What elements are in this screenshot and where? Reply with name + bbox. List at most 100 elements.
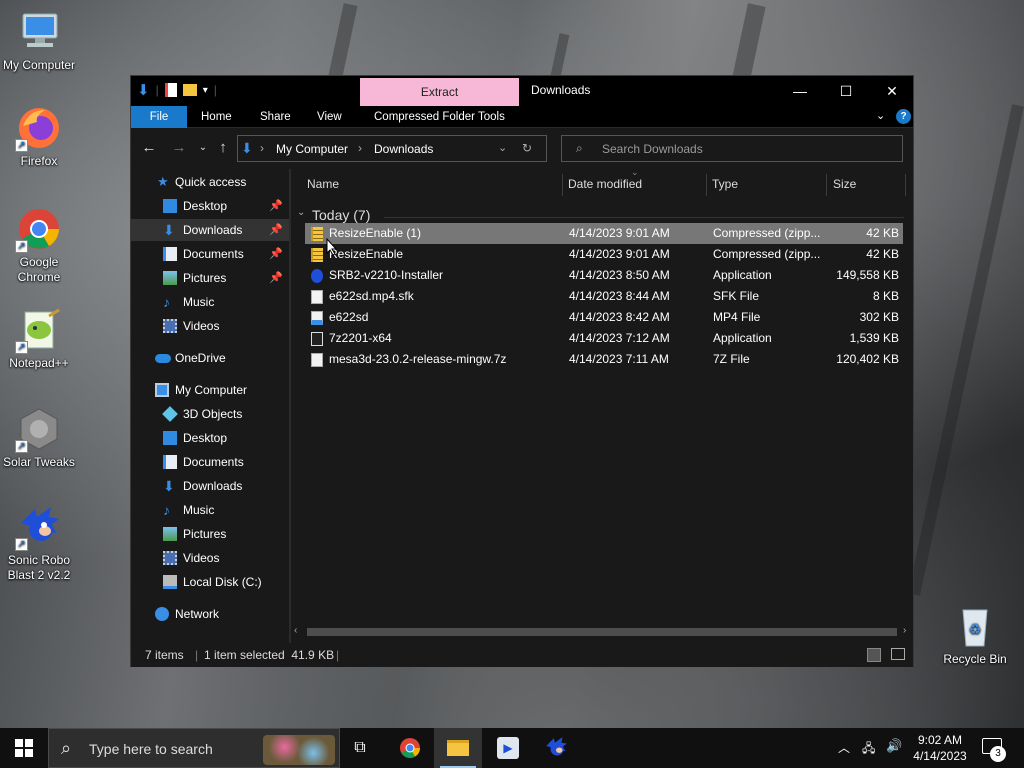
- nav-pc-downloads[interactable]: ⬇ Downloads: [131, 475, 289, 497]
- show-hidden-icons-button[interactable]: ︿: [838, 739, 850, 756]
- maximize-button[interactable]: ☐: [823, 76, 869, 106]
- nav-pc-documents[interactable]: Documents: [131, 451, 289, 473]
- properties-icon[interactable]: [164, 83, 177, 97]
- group-divider: [384, 217, 904, 218]
- column-header-type[interactable]: Type: [712, 169, 738, 199]
- horizontal-scrollbar[interactable]: ‹ ›: [291, 625, 913, 639]
- search-box[interactable]: ⌕ Search Downloads: [561, 135, 903, 162]
- details-view-icon[interactable]: [867, 648, 881, 662]
- recent-locations-button[interactable]: ⌄: [193, 138, 213, 158]
- file-row[interactable]: mesa3d-23.0.2-release-mingw.7z 4/14/2023 …: [305, 349, 903, 370]
- collapse-group-icon[interactable]: ⌄: [297, 207, 305, 218]
- pin-icon[interactable]: 📌: [269, 195, 283, 217]
- nav-quick-downloads[interactable]: ⬇ Downloads 📌: [131, 219, 289, 241]
- file-row[interactable]: ResizeEnable (1) 4/14/2023 9:01 AM Compres…: [305, 223, 903, 244]
- taskbar-search-box[interactable]: ⌕ Type here to search: [48, 728, 340, 768]
- pin-icon[interactable]: 📌: [269, 243, 283, 265]
- chevron-down-icon[interactable]: ⌄: [498, 141, 507, 154]
- scrollbar-thumb[interactable]: [307, 628, 897, 636]
- pictures-icon: [163, 271, 177, 285]
- nav-quick-documents[interactable]: Documents 📌: [131, 243, 289, 265]
- nav-pc-desktop[interactable]: Desktop: [131, 427, 289, 449]
- column-header-date[interactable]: Date modified: [568, 169, 642, 199]
- column-separator[interactable]: [706, 174, 707, 196]
- desktop-icon-solar-tweaks[interactable]: ↗ Solar Tweaks: [0, 405, 78, 470]
- column-separator[interactable]: [562, 174, 563, 196]
- breadcrumb-my-computer[interactable]: My Computer: [276, 142, 348, 156]
- desktop-icon-chrome[interactable]: ↗ Google Chrome: [0, 205, 78, 285]
- close-button[interactable]: ✕: [869, 76, 915, 106]
- nav-quick-videos[interactable]: Videos: [131, 315, 289, 337]
- new-folder-icon[interactable]: [182, 84, 197, 96]
- network-tray-icon[interactable]: 🖧: [862, 739, 875, 760]
- column-header-name[interactable]: Name: [307, 169, 339, 199]
- nav-onedrive[interactable]: OneDrive: [131, 347, 289, 369]
- back-button[interactable]: ←: [139, 138, 159, 158]
- column-separator[interactable]: [905, 174, 906, 196]
- file-row[interactable]: ResizeEnable 4/14/2023 9:01 AM Compressed …: [305, 244, 903, 265]
- desktop-icon-notepadpp[interactable]: ↗ Notepad++: [0, 306, 78, 371]
- firefox-icon: ↗: [15, 104, 63, 152]
- context-tab-extract[interactable]: Extract: [360, 78, 519, 106]
- breadcrumb-downloads[interactable]: Downloads: [374, 142, 433, 156]
- tab-home[interactable]: Home: [189, 106, 244, 128]
- down-arrow-icon[interactable]: ⬇: [137, 81, 150, 99]
- file-row[interactable]: 7z2201-x64 4/14/2023 7:12 AM Application 1,…: [305, 328, 903, 349]
- pin-icon[interactable]: 📌: [269, 219, 283, 241]
- clock-time: 9:02 AM: [917, 733, 963, 747]
- help-icon[interactable]: ?: [896, 109, 911, 124]
- group-header[interactable]: Today (7): [312, 207, 370, 223]
- nav-quick-desktop[interactable]: Desktop 📌: [131, 195, 289, 217]
- file-row[interactable]: e622sd.mp4.sfk 4/14/2023 8:44 AM SFK File 8…: [305, 286, 903, 307]
- volume-icon[interactable]: 🔊: [886, 738, 902, 754]
- nav-label: 3D Objects: [183, 407, 243, 421]
- desktop-icon-label: Google Chrome: [17, 255, 61, 284]
- tab-view[interactable]: View: [305, 106, 354, 128]
- nav-quick-pictures[interactable]: Pictures 📌: [131, 267, 289, 289]
- tab-compressed-folder-tools[interactable]: Compressed Folder Tools: [362, 106, 517, 128]
- search-highlight-image: [263, 735, 335, 765]
- expand-ribbon-icon[interactable]: ⌄: [876, 109, 885, 122]
- task-view-button[interactable]: ⧉: [336, 728, 384, 768]
- file-row[interactable]: SRB2-v2210-Installer 4/14/2023 8:50 AM App…: [305, 265, 903, 286]
- tab-file[interactable]: File: [131, 106, 187, 128]
- refresh-icon[interactable]: ↻: [522, 141, 532, 155]
- nav-my-computer[interactable]: My Computer: [131, 379, 289, 401]
- desktop-icon-sonic[interactable]: ↗ Sonic Robo Blast 2 v2.2: [0, 503, 78, 583]
- column-header-size[interactable]: Size: [833, 169, 856, 199]
- file-row[interactable]: e622sd 4/14/2023 8:42 AM MP4 File 302 KB: [305, 307, 903, 328]
- up-button[interactable]: ↑: [213, 138, 233, 158]
- tab-share[interactable]: Share: [248, 106, 303, 128]
- nav-network[interactable]: Network: [131, 603, 289, 625]
- taskbar-file-explorer[interactable]: [434, 728, 482, 768]
- scroll-right-icon[interactable]: ›: [903, 625, 906, 636]
- nav-pc-music[interactable]: ♪ Music: [131, 499, 289, 521]
- pin-icon[interactable]: 📌: [269, 267, 283, 289]
- taskbar-media-player[interactable]: ▶: [484, 728, 532, 768]
- taskbar-chrome[interactable]: [386, 728, 434, 768]
- address-bar[interactable]: ⬇ › My Computer › Downloads ⌄ ↻: [237, 135, 547, 162]
- nav-pc-local-disk[interactable]: Local Disk (C:): [131, 571, 289, 593]
- forward-button[interactable]: →: [169, 138, 189, 158]
- nav-pc-pictures[interactable]: Pictures: [131, 523, 289, 545]
- file-date: 4/14/2023 7:11 AM: [569, 352, 669, 366]
- large-icons-view-icon[interactable]: [891, 648, 905, 660]
- nav-quick-music[interactable]: ♪ Music: [131, 291, 289, 313]
- explorer-window: ⬇ | ▾ | Extract Downloads — ☐ ✕ File Hom…: [130, 75, 914, 667]
- start-button[interactable]: [0, 728, 48, 768]
- recycle-bin-icon: ♻: [951, 602, 999, 650]
- column-separator[interactable]: [826, 174, 827, 196]
- nav-quick-access[interactable]: ★ Quick access: [131, 171, 289, 193]
- customize-qat-icon[interactable]: ▾: [203, 85, 208, 96]
- scroll-left-icon[interactable]: ‹: [294, 625, 297, 636]
- zip-folder-icon: [311, 227, 323, 241]
- taskbar-clock[interactable]: 9:02 AM 4/14/2023: [910, 732, 970, 764]
- desktop-icon-recycle-bin[interactable]: ♻ Recycle Bin: [936, 602, 1014, 667]
- minimize-button[interactable]: —: [777, 76, 823, 106]
- taskbar-sonic[interactable]: [532, 728, 580, 768]
- desktop-icon-my-computer[interactable]: My Computer: [0, 8, 78, 73]
- file-type: Compressed (zipp...: [713, 247, 821, 261]
- nav-pc-3d-objects[interactable]: 3D Objects: [131, 403, 289, 425]
- desktop-icon-firefox[interactable]: ↗ Firefox: [0, 104, 78, 169]
- nav-pc-videos[interactable]: Videos: [131, 547, 289, 569]
